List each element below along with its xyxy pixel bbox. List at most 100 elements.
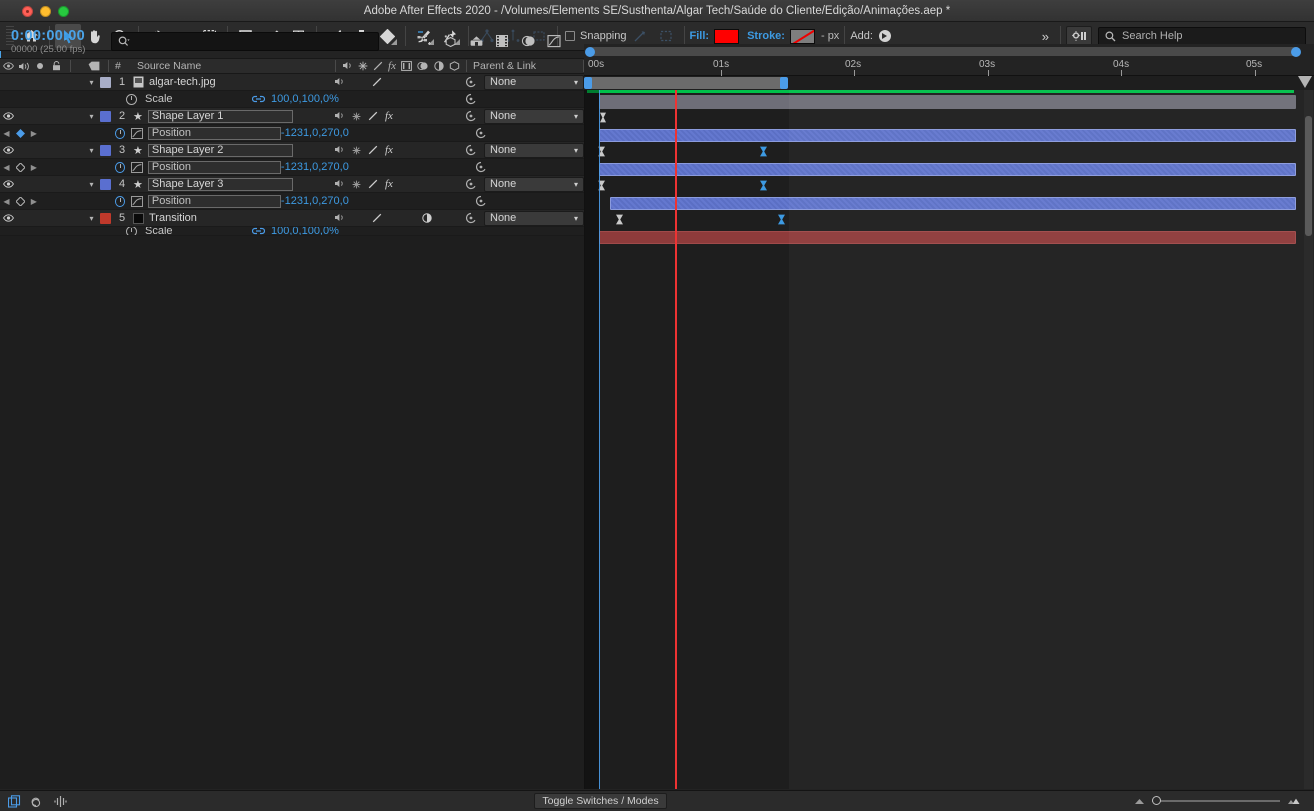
keyframe-marker-icon[interactable] (777, 214, 786, 225)
graph-editor-set-icon[interactable] (129, 128, 144, 139)
keyframe-indicator-icon[interactable] (13, 197, 28, 206)
parent-select[interactable]: None ▾ (484, 211, 584, 226)
collapse-toggle-icon[interactable] (372, 77, 382, 87)
motion-blur-icon[interactable] (515, 30, 541, 52)
expand-layer-icon[interactable]: ▾ (86, 112, 97, 121)
expand-layer-icon[interactable]: ▾ (86, 214, 97, 223)
layer-visibility-toggle[interactable] (0, 146, 16, 154)
parent-select[interactable]: None ▾ (484, 143, 584, 158)
keyframe-indicator-icon[interactable] (13, 129, 28, 138)
property-name[interactable]: Position (148, 161, 281, 174)
property-value[interactable]: 100,0,100,0% (271, 227, 339, 236)
parent-pickwhip-icon[interactable] (462, 144, 480, 156)
graph-editor-set-icon[interactable] (129, 162, 144, 173)
zoom-slider-thumb[interactable] (1152, 796, 1161, 805)
parent-pickwhip-icon[interactable] (462, 76, 480, 88)
prev-keyframe-icon[interactable]: ◀ (0, 197, 13, 206)
expand-layer-icon[interactable]: ▾ (86, 146, 97, 155)
layer-name[interactable]: Transition (149, 212, 197, 224)
comp-renderer-icon[interactable] (31, 795, 44, 808)
parent-pickwhip-icon[interactable] (462, 110, 480, 122)
enable-frame-blending-icon[interactable] (489, 30, 515, 52)
parent-select[interactable]: None ▾ (484, 109, 584, 124)
layer-label-color[interactable] (100, 145, 111, 156)
layer-label-color[interactable] (100, 179, 111, 190)
layer-visibility-toggle[interactable] (0, 180, 16, 188)
prev-keyframe-icon[interactable]: ◀ (0, 163, 13, 172)
property-pickwhip-icon[interactable] (473, 161, 489, 173)
link-icon[interactable] (252, 95, 265, 103)
motion-blur-footer-icon[interactable] (54, 795, 67, 808)
property-name[interactable]: Position (148, 127, 281, 140)
track-bar-layer-2[interactable] (599, 129, 1296, 142)
shy-toggle-icon[interactable] (352, 112, 361, 121)
table-row[interactable]: ▾ 2 ★ Shape Layer 1 fx None ▾ (0, 108, 584, 125)
effects-toggle-icon[interactable]: fx (385, 144, 393, 156)
property-value[interactable]: -1231,0,270,0 (281, 127, 349, 139)
expand-layer-icon[interactable]: ▾ (86, 180, 97, 189)
property-pickwhip-icon[interactable] (473, 127, 489, 139)
scrollbar-thumb[interactable] (1305, 116, 1312, 236)
property-value[interactable]: 100,0,100,0% (271, 93, 339, 105)
shy-toggle-icon[interactable] (352, 146, 361, 155)
table-row[interactable]: ◀ ▶ Position -1231,0,270,0 (0, 193, 584, 210)
keyframe-marker-icon[interactable] (759, 146, 768, 157)
stopwatch-icon[interactable] (126, 94, 137, 105)
timeline-search-input[interactable] (111, 32, 379, 51)
layer-label-color[interactable] (100, 111, 111, 122)
stopwatch-icon[interactable] (115, 162, 125, 173)
collapse-toggle-icon[interactable] (372, 213, 382, 223)
hide-shy-layers-icon[interactable] (463, 30, 489, 52)
minimize-window-button[interactable] (40, 6, 51, 17)
property-pickwhip-icon[interactable] (473, 195, 489, 207)
draft-3d-icon[interactable] (437, 30, 463, 52)
maximize-window-button[interactable] (58, 6, 69, 17)
stopwatch-icon[interactable] (126, 227, 137, 236)
close-window-button[interactable] (22, 6, 33, 17)
parent-select[interactable]: None ▾ (484, 177, 584, 192)
stopwatch-icon[interactable] (115, 196, 125, 207)
current-time-marker[interactable] (675, 90, 677, 789)
table-row[interactable]: ▾ 4 ★ Shape Layer 3 fx None ▾ (0, 176, 584, 193)
collapse-toggle-icon[interactable] (368, 145, 378, 155)
layer-visibility-toggle[interactable] (0, 112, 16, 120)
keyframe-marker-icon[interactable] (759, 180, 768, 191)
composition-mini-flowchart-icon[interactable] (411, 30, 437, 52)
effects-toggle-icon[interactable]: fx (385, 178, 393, 190)
window-controls[interactable] (22, 0, 69, 22)
collapse-toggle-icon[interactable] (368, 179, 378, 189)
layer-visibility-toggle[interactable] (0, 214, 16, 222)
property-value[interactable]: -1231,0,270,0 (281, 161, 349, 173)
track-bar-layer-5[interactable] (599, 231, 1296, 244)
timeline-zoom-slider[interactable] (1152, 800, 1280, 802)
table-row[interactable]: ▾ 3 ★ Shape Layer 2 fx None ▾ (0, 142, 584, 159)
track-bar-layer-1[interactable] (599, 95, 1296, 109)
keyframe-marker-icon[interactable] (599, 112, 607, 123)
layer-label-color[interactable] (100, 213, 111, 224)
audio-toggle-icon[interactable] (334, 111, 345, 121)
expand-layer-icon[interactable]: ▾ (86, 78, 97, 87)
property-name[interactable]: Position (148, 195, 281, 208)
audio-toggle-icon[interactable] (334, 77, 345, 87)
work-area-scrollbar[interactable] (584, 44, 1314, 58)
timeline-vertical-scrollbar[interactable] (1304, 90, 1313, 789)
parent-pickwhip-icon[interactable] (462, 212, 480, 224)
zoom-in-timeline-icon[interactable] (1287, 797, 1300, 805)
table-row[interactable]: ▾ 5 Transition None ▾ (0, 210, 584, 227)
stopwatch-icon[interactable] (115, 128, 125, 139)
time-indicator-playhead[interactable] (599, 90, 600, 789)
layer-name[interactable]: algar-tech.jpg (149, 76, 216, 88)
zoom-out-timeline-icon[interactable] (1134, 797, 1145, 805)
next-keyframe-icon[interactable]: ▶ (27, 163, 40, 172)
layer-name[interactable]: Shape Layer 2 (148, 144, 293, 157)
audio-toggle-icon[interactable] (334, 179, 345, 189)
table-row[interactable]: ▾ 1 algar-tech.jpg None ▾ (0, 74, 584, 91)
track-bar-layer-4[interactable] (610, 197, 1296, 210)
table-row[interactable]: ◀ ▶ Position -1231,0,270,0 (0, 125, 584, 142)
parent-select[interactable]: None ▾ (484, 75, 584, 90)
keyframe-indicator-icon[interactable] (13, 163, 28, 172)
adjustment-toggle-icon[interactable] (422, 213, 432, 223)
graph-editor-set-icon[interactable] (129, 196, 144, 207)
work-area-bar[interactable] (584, 76, 1314, 90)
table-row[interactable]: Scale 100,0,100,0% (0, 227, 584, 236)
